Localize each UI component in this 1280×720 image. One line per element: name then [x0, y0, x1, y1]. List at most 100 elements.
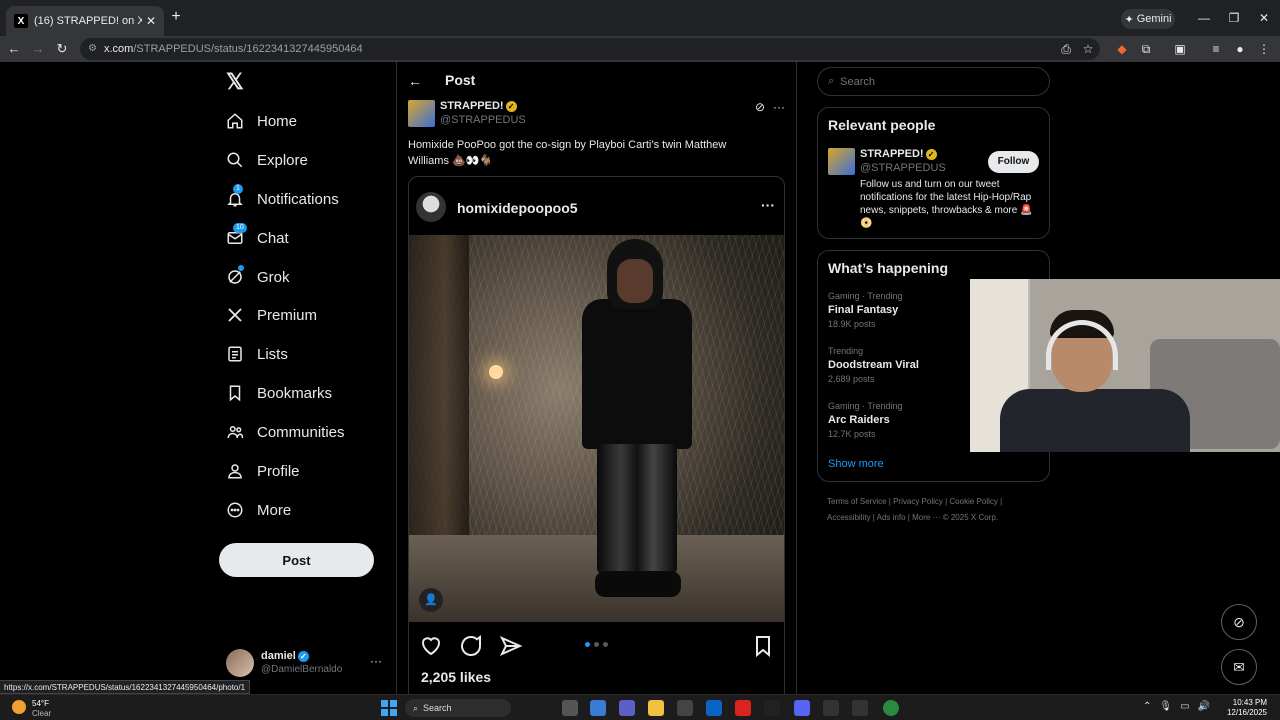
- embed-more-icon[interactable]: ···: [761, 197, 775, 213]
- store-icon[interactable]: [677, 700, 693, 716]
- embed-username[interactable]: homixidepoopoo5: [457, 200, 578, 216]
- account-handle: @DamielBernaldo: [261, 664, 343, 675]
- site-info-icon[interactable]: ⚙: [88, 43, 100, 55]
- minimize-button[interactable]: —: [1194, 8, 1214, 28]
- browser-tab-bar: X (16) STRAPPED! on X: "Homixid ✕ + ✦Gem…: [0, 0, 1280, 36]
- task-view-icon[interactable]: [562, 700, 578, 716]
- sidebar-item-grok[interactable]: Grok: [226, 263, 290, 291]
- follow-button[interactable]: Follow: [988, 151, 1039, 173]
- discord-icon[interactable]: [794, 700, 810, 716]
- obs-icon[interactable]: [852, 700, 868, 716]
- photo-light: [489, 365, 503, 379]
- sidebar-item-bookmarks[interactable]: Bookmarks: [226, 379, 332, 407]
- back-arrow-icon[interactable]: ←: [408, 73, 422, 89]
- file-explorer-icon[interactable]: [648, 700, 664, 716]
- footer-links[interactable]: Terms of Service | Privacy Policy | Cook…: [827, 494, 1047, 526]
- chat-badge: 10: [233, 223, 247, 233]
- x-logo-icon[interactable]: 𝕏: [226, 71, 248, 93]
- footer-line[interactable]: Accessibility | Ads info | More ··· © 20…: [827, 510, 1047, 526]
- outlook-icon[interactable]: [706, 700, 722, 716]
- sidebar-item-communities[interactable]: Communities: [226, 418, 345, 446]
- next-app-icon[interactable]: [764, 700, 780, 716]
- post-more-icon[interactable]: ···: [773, 100, 785, 114]
- back-button[interactable]: ←: [4, 39, 24, 59]
- taskbar-clock[interactable]: 10:43 PM 12/16/2025: [1221, 698, 1267, 718]
- weather-moon-icon: [12, 700, 26, 714]
- sidebar-item-home[interactable]: Home: [226, 107, 297, 135]
- url-bar[interactable]: ⚙ x.com/STRAPPEDUS/status/16223413274459…: [80, 38, 1100, 60]
- sidebar-item-notifications[interactable]: 1 Notifications: [226, 184, 339, 213]
- start-button[interactable]: [381, 700, 397, 716]
- comment-icon[interactable]: [459, 634, 483, 658]
- sidebar-item-lists[interactable]: Lists: [226, 340, 288, 368]
- author-handle[interactable]: @STRAPPEDUS: [440, 114, 526, 126]
- close-window-button[interactable]: ✕: [1254, 8, 1274, 28]
- network-icon[interactable]: ▭: [1180, 701, 1189, 712]
- start-tile: [390, 700, 397, 707]
- embedded-instagram-post[interactable]: homixidepoopoo5 ··· 👤 2,205 likes: [408, 176, 785, 720]
- sidebar-item-explore[interactable]: Explore: [226, 146, 308, 174]
- post-button[interactable]: Post: [219, 543, 374, 577]
- app-red-icon[interactable]: [735, 700, 751, 716]
- start-tile: [381, 700, 388, 707]
- notification-badge: 1: [233, 184, 243, 194]
- webcam-shirt: [1000, 389, 1190, 452]
- bookmark-star-icon[interactable]: ☆: [1078, 39, 1098, 59]
- new-tab-button[interactable]: +: [168, 9, 184, 25]
- panel-title: Relevant people: [828, 117, 936, 133]
- relevant-name-row[interactable]: STRAPPED! ✓: [860, 148, 937, 160]
- page-title: Post: [445, 72, 476, 88]
- heart-icon[interactable]: [419, 634, 443, 658]
- sidebar-item-label: Profile: [257, 462, 300, 480]
- relevant-handle[interactable]: @STRAPPEDUS: [860, 162, 946, 174]
- taskbar-search[interactable]: ⌕ Search: [405, 699, 511, 717]
- system-tray[interactable]: ⌃ 🎙 ▭ 🔊: [1143, 701, 1210, 712]
- sidebar-item-profile[interactable]: Profile: [226, 457, 300, 485]
- split-view-icon[interactable]: ▣: [1170, 39, 1190, 59]
- gemini-button[interactable]: ✦ Gemini: [1121, 9, 1175, 29]
- x-icon: [226, 306, 244, 324]
- chrome-menu-icon[interactable]: ⋮: [1254, 39, 1274, 59]
- likes-count[interactable]: 2,205 likes: [421, 669, 491, 685]
- save-bookmark-icon[interactable]: [751, 634, 775, 658]
- close-tab-icon[interactable]: ✕: [146, 14, 156, 28]
- share-icon[interactable]: [499, 634, 523, 658]
- footer-line[interactable]: Terms of Service | Privacy Policy | Cook…: [827, 494, 1047, 510]
- embed-avatar[interactable]: [416, 192, 446, 222]
- account-more-icon[interactable]: ···: [370, 654, 382, 668]
- copilot-icon[interactable]: [590, 700, 606, 716]
- author-name-row[interactable]: STRAPPED! ✓: [440, 100, 517, 112]
- grok-explain-icon[interactable]: ⊘: [755, 100, 765, 114]
- profile-avatar-icon[interactable]: ●: [1230, 39, 1250, 59]
- grok-float-icon[interactable]: ⊘: [1221, 604, 1257, 640]
- volume-icon[interactable]: 🔊: [1198, 701, 1210, 712]
- show-more-link[interactable]: Show more: [828, 458, 884, 470]
- extensions-puzzle-icon[interactable]: ⧉: [1136, 39, 1156, 59]
- reload-button[interactable]: ↻: [52, 39, 72, 59]
- person-legs: [597, 444, 677, 574]
- tray-chevron-icon[interactable]: ⌃: [1143, 701, 1151, 712]
- avatar[interactable]: [828, 148, 855, 175]
- author-avatar[interactable]: [408, 100, 435, 127]
- extension-icon[interactable]: ◆: [1112, 39, 1132, 59]
- search-input[interactable]: ⌕ Search: [817, 67, 1050, 96]
- forward-button[interactable]: →: [28, 39, 48, 59]
- media-controls-icon[interactable]: ≡: [1206, 39, 1226, 59]
- teams-icon[interactable]: [619, 700, 635, 716]
- chrome-icon[interactable]: [883, 700, 899, 716]
- sidebar-item-more[interactable]: More: [226, 496, 291, 524]
- sidebar-item-premium[interactable]: Premium: [226, 301, 317, 329]
- user-tag-icon[interactable]: 👤: [419, 588, 443, 612]
- photo-person: [577, 239, 697, 609]
- restore-button[interactable]: ❐: [1224, 8, 1244, 28]
- messages-float-icon[interactable]: ✉: [1221, 649, 1257, 685]
- microphone-icon[interactable]: 🎙: [1159, 701, 1172, 712]
- sidebar-item-chat[interactable]: 10 Chat: [226, 223, 289, 252]
- status-url: https://x.com/STRAPPEDUS/status/16223413…: [0, 680, 251, 694]
- account-switcher[interactable]: damiel ✓ @DamielBernaldo ···: [226, 647, 386, 679]
- carousel-dots: [585, 642, 608, 647]
- app-a-icon[interactable]: [823, 700, 839, 716]
- post-photo[interactable]: 👤: [409, 235, 784, 622]
- install-app-icon[interactable]: ⎙: [1056, 39, 1076, 59]
- browser-tab[interactable]: X (16) STRAPPED! on X: "Homixid ✕: [6, 6, 164, 36]
